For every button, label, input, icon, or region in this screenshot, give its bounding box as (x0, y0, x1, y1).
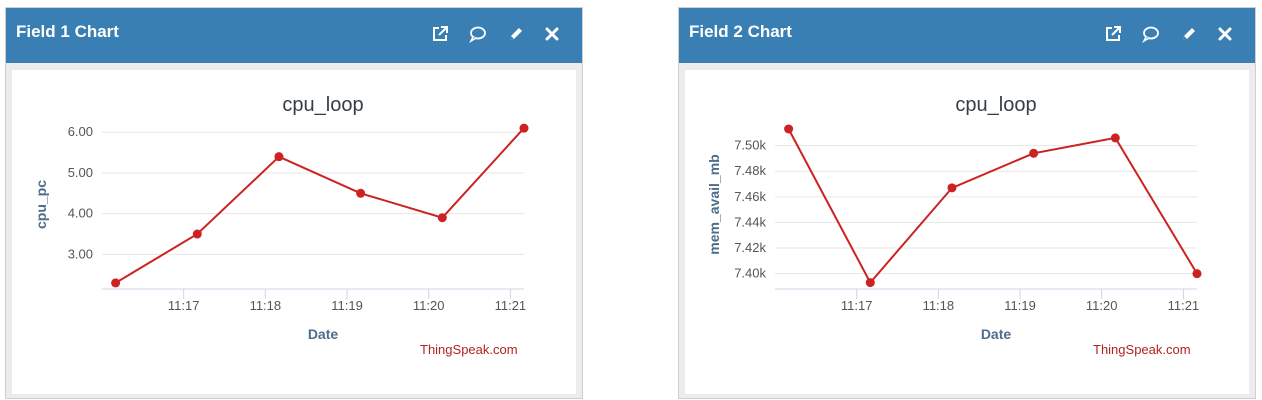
y-tick-label: 7.48k (734, 163, 766, 178)
y-tick-label: 3.00 (68, 246, 93, 261)
data-point (784, 124, 794, 134)
data-point (519, 123, 529, 133)
x-tick-label: 11:21 (495, 298, 527, 313)
x-tick-label: 11:20 (413, 298, 445, 313)
y-axis-label: mem_avail_mb (706, 154, 722, 254)
y-tick-label: 7.42k (734, 240, 766, 255)
comment-icon[interactable] (468, 24, 490, 46)
panel-header: Field 2 Chart (679, 8, 1255, 63)
chart-area: cpu_loop 3.00 4.00 5.00 6.00 11:17 11:18 11:19 1… (12, 70, 576, 394)
y-axis-label: cpu_pc (33, 180, 49, 229)
comment-icon[interactable] (1141, 24, 1163, 46)
x-axis-label: Date (981, 326, 1012, 342)
y-tick-label: 7.50k (734, 138, 766, 153)
data-point (865, 278, 875, 288)
panel-header: Field 1 Chart (6, 8, 582, 63)
data-point (192, 229, 202, 239)
y-tick-label: 6.00 (68, 124, 93, 139)
data-point (1110, 133, 1120, 143)
data-point (111, 278, 121, 288)
data-point (947, 183, 957, 193)
field-1-chart-panel: Field 1 Chart cpu_loop 3.00 4.00 5.00 6.00 11… (5, 7, 583, 399)
pencil-icon[interactable] (506, 24, 528, 46)
data-point (356, 188, 366, 198)
x-tick-label: 11:17 (841, 298, 873, 313)
data-point (274, 152, 284, 162)
panel-title: Field 1 Chart (16, 22, 119, 41)
x-tick-label: 11:18 (923, 298, 955, 313)
chart-title: cpu_loop (955, 94, 1036, 116)
y-tick-label: 7.40k (734, 266, 766, 281)
y-tick-label: 7.44k (734, 214, 766, 229)
panel-title: Field 2 Chart (689, 22, 792, 41)
x-tick-label: 11:19 (331, 298, 363, 313)
data-point (1192, 269, 1202, 279)
x-axis-label: Date (308, 326, 339, 342)
x-tick-label: 11:21 (1168, 298, 1200, 313)
chart-title: cpu_loop (282, 94, 363, 116)
thingspeak-credit-link[interactable]: ThingSpeak.com (420, 342, 518, 357)
close-icon[interactable] (542, 24, 564, 46)
x-tick-label: 11:20 (1086, 298, 1118, 313)
y-tick-label: 4.00 (68, 206, 93, 221)
y-tick-label: 7.46k (734, 189, 766, 204)
field-2-chart-panel: Field 2 Chart cpu_loop 7.40k 7.42k 7.44k 7.4… (678, 7, 1256, 399)
x-tick-label: 11:19 (1004, 298, 1036, 313)
series-line (787, 128, 1198, 285)
external-link-icon[interactable] (1103, 24, 1125, 46)
thingspeak-credit-link[interactable]: ThingSpeak.com (1093, 342, 1191, 357)
chart-area: cpu_loop 7.40k 7.42k 7.44k 7.46k 7.48k 7.50k 11… (685, 70, 1249, 394)
data-point (1029, 148, 1039, 158)
y-tick-label: 5.00 (68, 165, 93, 180)
x-tick-label: 11:18 (250, 298, 282, 313)
pencil-icon[interactable] (1179, 24, 1201, 46)
data-point (437, 213, 447, 223)
series-line (115, 127, 525, 284)
close-icon[interactable] (1215, 24, 1237, 46)
x-tick-label: 11:17 (168, 298, 200, 313)
external-link-icon[interactable] (430, 24, 452, 46)
